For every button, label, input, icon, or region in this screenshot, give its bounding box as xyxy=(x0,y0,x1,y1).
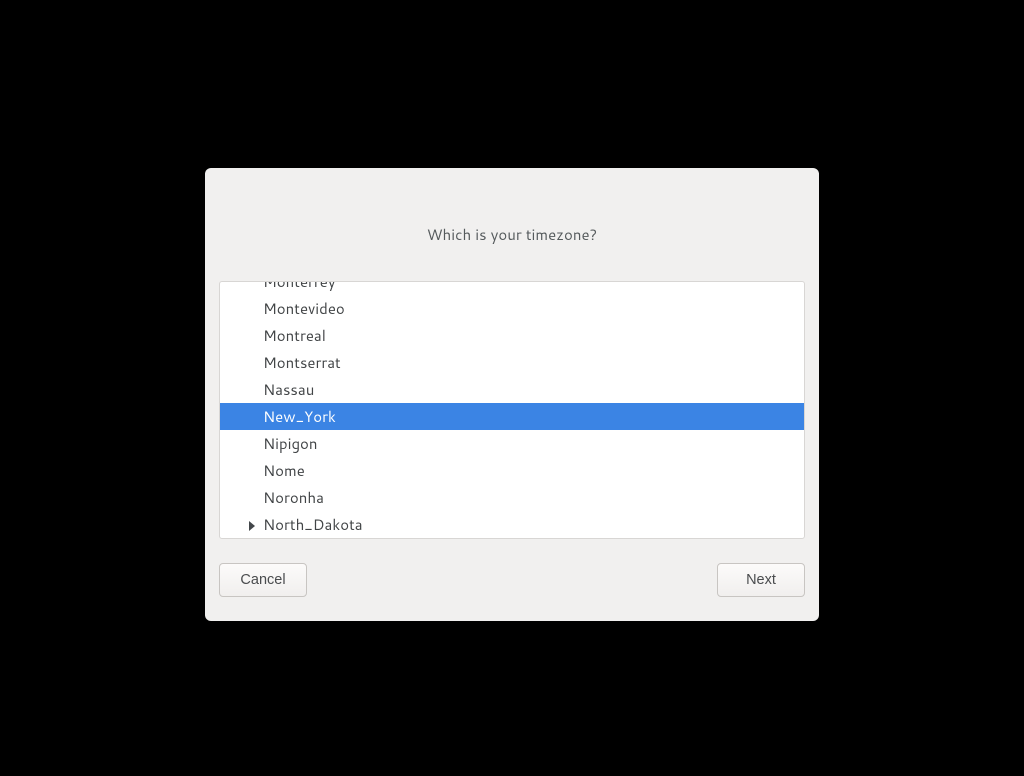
timezone-item-new_york[interactable]: New_York xyxy=(220,403,804,430)
timezone-item-montserrat[interactable]: Montserrat xyxy=(220,349,804,376)
timezone-item-monterrey[interactable]: Monterrey xyxy=(220,282,804,295)
timezone-item-nipigon[interactable]: Nipigon xyxy=(220,430,804,457)
timezone-item-label: North_Dakota xyxy=(263,514,363,535)
timezone-item-label: Montreal xyxy=(263,325,326,346)
timezone-item-noronha[interactable]: Noronha xyxy=(220,484,804,511)
timezone-item-label: Montevideo xyxy=(263,298,345,319)
timezone-listbox[interactable]: Monterrey Montevideo Montreal Montserrat Nas… xyxy=(219,281,805,539)
timezone-item-nassau[interactable]: Nassau xyxy=(220,376,804,403)
timezone-item-label: Nassau xyxy=(263,379,314,400)
chevron-right-icon[interactable] xyxy=(245,511,259,538)
timezone-item-montreal[interactable]: Montreal xyxy=(220,322,804,349)
dialog-title: Which is your timezone? xyxy=(219,182,805,281)
timezone-dialog: Which is your timezone? Monterrey Montevi… xyxy=(205,168,819,621)
timezone-item-north_dakota[interactable]: North_Dakota xyxy=(220,511,804,538)
timezone-item-label: Montserrat xyxy=(263,352,341,373)
timezone-item-label: Noronha xyxy=(263,487,324,508)
timezone-item-label: Nipigon xyxy=(263,433,318,454)
timezone-item-label: New_York xyxy=(263,406,336,427)
timezone-item-label: Nome xyxy=(263,460,305,481)
timezone-item-label: Monterrey xyxy=(263,282,336,292)
cancel-button[interactable]: Cancel xyxy=(219,563,307,597)
dialog-button-row: Cancel Next xyxy=(219,563,805,597)
timezone-item-montevideo[interactable]: Montevideo xyxy=(220,295,804,322)
timezone-item-nome[interactable]: Nome xyxy=(220,457,804,484)
next-button[interactable]: Next xyxy=(717,563,805,597)
